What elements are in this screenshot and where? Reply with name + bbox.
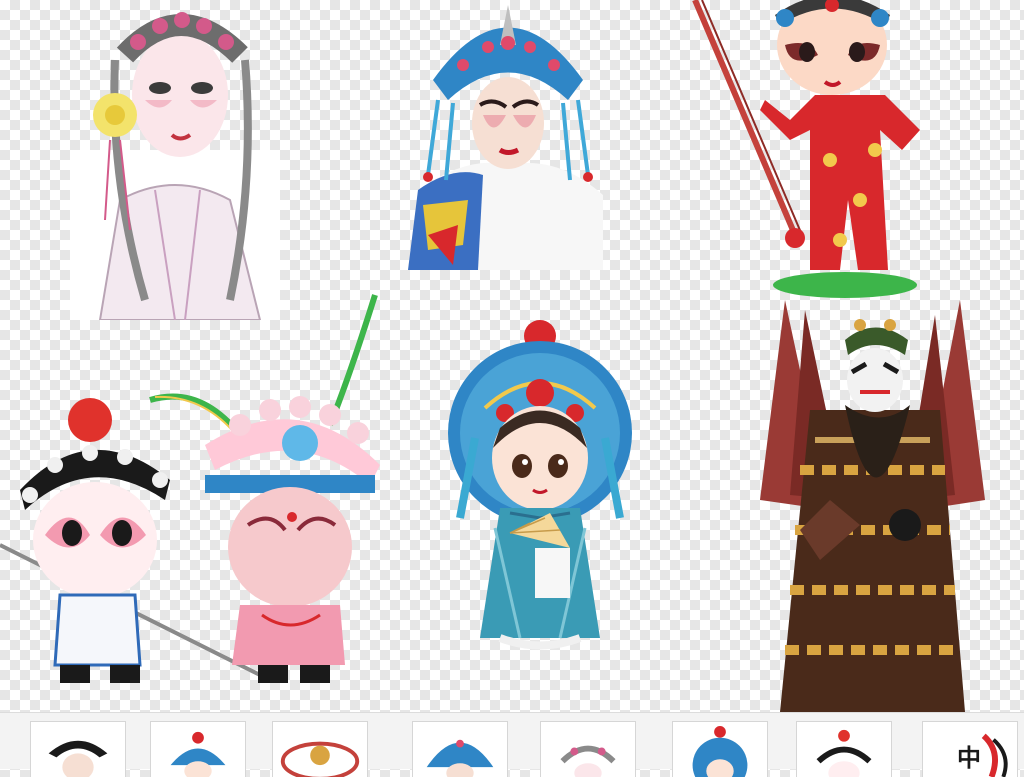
thumb-headdress-icon (48, 740, 108, 777)
thumb-sketch-icon (560, 745, 616, 777)
cartoon-fan-lady-icon (445, 318, 635, 658)
opera-lady-sketch-icon (60, 0, 290, 320)
thumb-phoenix-crown-icon (426, 739, 494, 777)
thumbnail-6[interactable] (672, 721, 768, 777)
thumbnail-5[interactable] (540, 721, 636, 777)
thumbnail-3[interactable] (272, 721, 368, 777)
thumb-ring-icon (280, 741, 360, 777)
thumb-cartoon-icon (816, 729, 872, 777)
thumbnail-2[interactable] (150, 721, 246, 777)
thumbnail-1[interactable] (30, 721, 126, 777)
image-canvas (0, 0, 1024, 712)
phoenix-crown-icon (408, 5, 603, 270)
thumbnail-strip: 中 (0, 712, 1024, 777)
thumb-blue-helmet-icon (170, 731, 226, 777)
opera-general-icon (760, 300, 985, 712)
thumbnail-8[interactable]: 中 (922, 721, 1018, 777)
thumbnail-4[interactable] (412, 721, 508, 777)
cartoon-duo-icon (0, 285, 400, 690)
cartoon-acrobat-icon (690, 0, 920, 300)
thumb-fan-lady-icon (692, 726, 748, 777)
thumbnail-7[interactable] (796, 721, 892, 777)
